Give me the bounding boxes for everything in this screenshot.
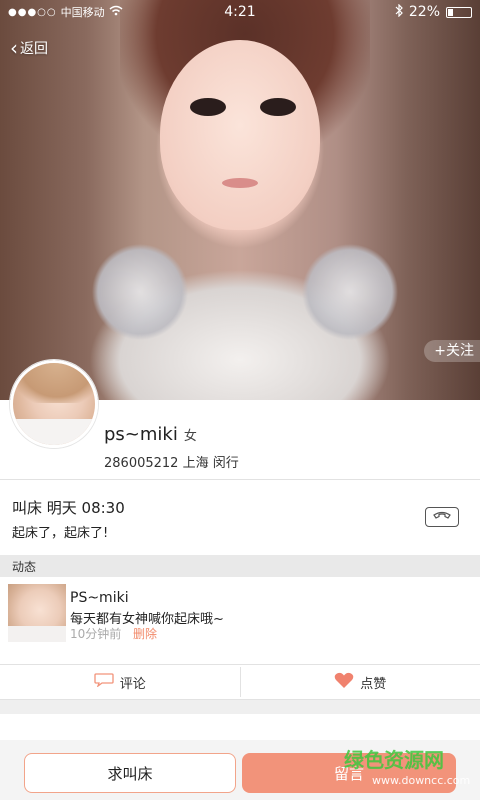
- watermark-logo: 绿色资源网: [344, 748, 444, 772]
- cover-photo: [0, 0, 480, 400]
- feed-section-header: [0, 555, 480, 577]
- post-delete-link[interactable]: 删除: [133, 625, 157, 642]
- divider: [0, 479, 480, 480]
- bluetooth-icon: [395, 3, 403, 21]
- post-actions: 评论 点赞: [0, 665, 480, 699]
- profile-gender: 女: [183, 429, 197, 444]
- comment-button[interactable]: 评论: [0, 665, 240, 699]
- phone-call-button[interactable]: [425, 507, 459, 527]
- alarm-message: 起床了，起床了!: [12, 526, 109, 541]
- follow-button[interactable]: +关注: [424, 340, 480, 362]
- battery-icon: [446, 6, 472, 18]
- watermark-url: www.downcc.com: [372, 774, 471, 787]
- profile-name-row: ps~miki 女: [104, 424, 197, 445]
- signal-icon: ●●●○○: [8, 6, 57, 18]
- back-label: 返回: [20, 41, 48, 57]
- comment-icon: [94, 673, 114, 691]
- comment-label: 评论: [119, 676, 146, 692]
- avatar[interactable]: [10, 360, 98, 448]
- profile-id-location: 286005212 上海 闵行: [104, 456, 239, 471]
- battery-percent: 22%: [408, 4, 440, 20]
- phone-icon: [432, 508, 452, 527]
- wifi-icon: [109, 5, 123, 19]
- like-label: 点赞: [360, 676, 387, 692]
- like-button[interactable]: 点赞: [241, 665, 480, 699]
- cover-lips: [222, 178, 258, 188]
- back-button[interactable]: ‹ 返回: [10, 38, 48, 58]
- status-bar: ●●●○○ 中国移动 4:21 22%: [0, 0, 480, 24]
- post-avatar[interactable]: [8, 584, 66, 642]
- chevron-left-icon: ‹: [10, 36, 18, 60]
- avatar-dress: [13, 419, 95, 445]
- request-wake-button[interactable]: 求叫床: [24, 753, 236, 793]
- spacer-bar: [0, 700, 480, 714]
- post-author: PS~miki: [70, 590, 129, 606]
- feed-section-title: 动态: [12, 560, 37, 574]
- heart-icon: [334, 672, 354, 693]
- avatar-hair: [13, 363, 95, 403]
- alarm-title: 叫床 明天 08:30: [12, 499, 125, 517]
- cover-eye-right: [260, 98, 296, 116]
- cover-dress: [70, 220, 420, 400]
- cover-eye-left: [190, 98, 226, 116]
- profile-name: ps~miki: [104, 424, 178, 445]
- carrier-label: 中国移动: [60, 6, 105, 19]
- cover-face: [160, 40, 320, 230]
- post-timestamp: 10分钟前: [70, 627, 122, 641]
- post-avatar-dress: [8, 626, 66, 642]
